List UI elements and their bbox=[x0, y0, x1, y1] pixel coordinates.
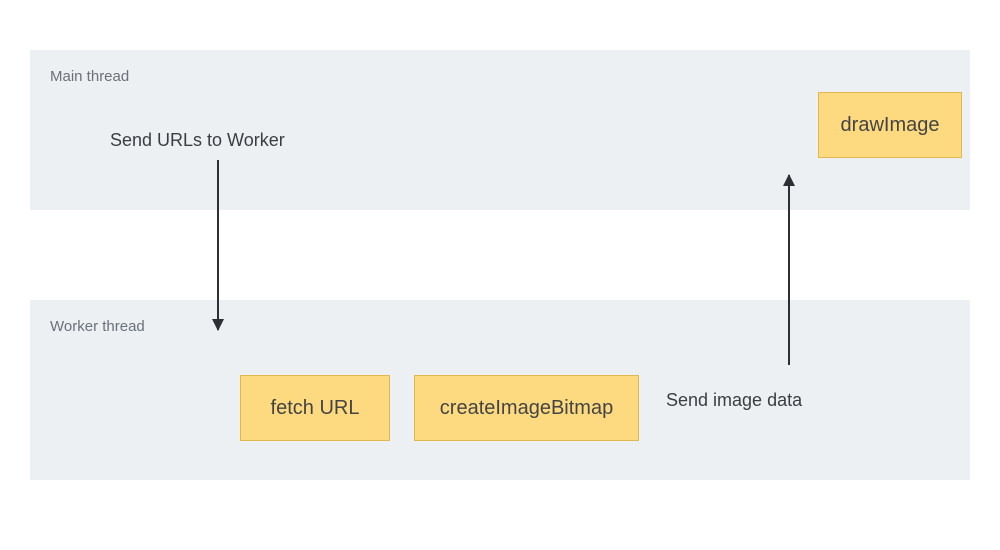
create-image-bitmap-box: createImageBitmap bbox=[414, 375, 639, 441]
send-urls-label: Send URLs to Worker bbox=[110, 130, 285, 151]
create-image-bitmap-text: createImageBitmap bbox=[440, 397, 613, 420]
arrow-up-icon bbox=[788, 175, 790, 365]
drawimage-box: drawImage bbox=[818, 92, 962, 158]
worker-thread-label: Worker thread bbox=[50, 318, 145, 335]
fetch-url-box: fetch URL bbox=[240, 375, 390, 441]
drawimage-text: drawImage bbox=[841, 114, 940, 137]
send-image-data-label: Send image data bbox=[666, 390, 802, 411]
fetch-url-text: fetch URL bbox=[271, 397, 360, 420]
arrow-down-icon bbox=[217, 160, 219, 330]
main-thread-label: Main thread bbox=[50, 68, 129, 85]
